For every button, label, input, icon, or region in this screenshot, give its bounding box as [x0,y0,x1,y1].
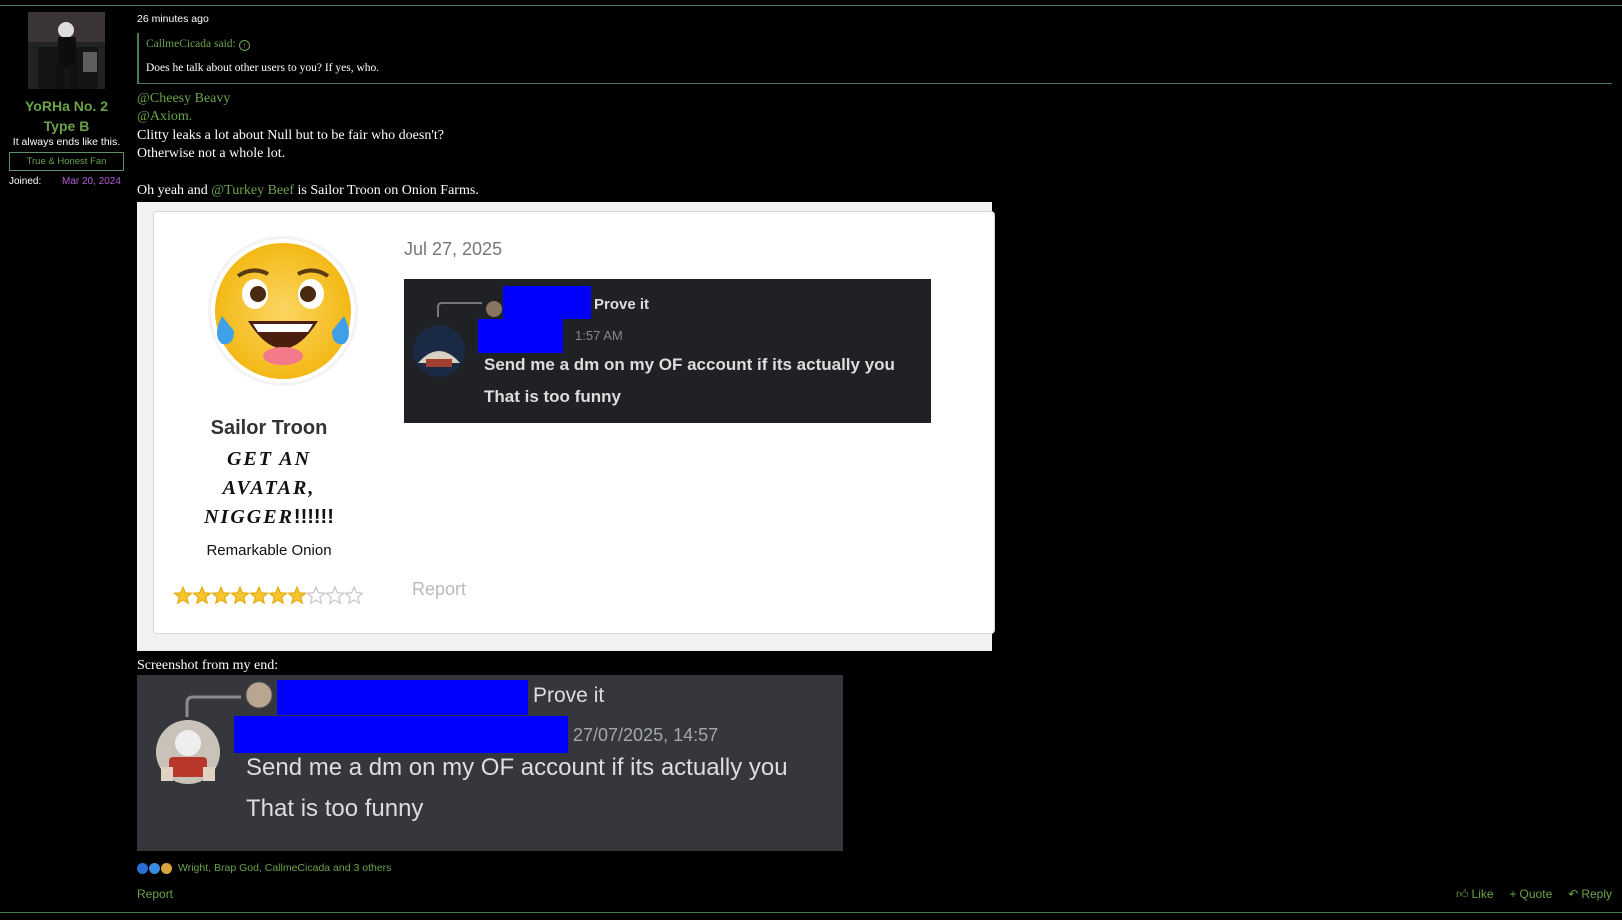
username-line1[interactable]: YoRHa No. 2 [0,96,133,116]
embedded-image-onion-farms[interactable]: Sailor Troon GET AN AVATAR, NIGGER!!!!!!… [137,202,995,651]
user-banner: True & Honest Fan [9,152,124,171]
joined-date: Mar 20, 2024 [62,176,121,187]
post-timestamp[interactable]: 26 minutes ago [137,13,209,25]
username-line2[interactable]: Type B [0,116,133,136]
embedded-image-discord[interactable]: Prove it 27/07/2025, 14:57 Send me a dm … [137,675,843,851]
star-rating [173,585,363,605]
custom-title-part1: GET AN [226,448,312,470]
post-text-line1: Clitty leaks a lot about Null but to be … [137,128,444,143]
like-button[interactable]: 👍︎ Like [1456,887,1494,902]
reply-button[interactable]: ↶ Reply [1568,887,1612,902]
star-icon [211,585,231,605]
username[interactable]: YoRHa No. 2 Type B [0,96,133,136]
quote-author[interactable]: CallmeCicada said: ↑ [146,38,250,51]
reply-arrow-icon: ↶ [1568,887,1579,901]
laughing-crying-emoji-avatar [208,236,358,386]
post-text-line3-suffix: is Sailor Troon on Onion Farms. [294,183,479,198]
forum-post-date: Jul 27, 2025 [404,239,503,259]
star-icon [268,585,288,605]
post-text-line3-prefix: Oh yeah and [137,183,212,198]
star-icon [287,585,307,605]
post-actions: 👍︎ Like + Quote ↶ Reply [1456,887,1612,902]
star-icon [325,585,345,605]
forum-post-card: Sailor Troon GET AN AVATAR, NIGGER!!!!!!… [153,211,995,634]
discord-reply-text: Prove it [533,684,605,707]
discord-reply-text: Prove it [594,296,650,313]
mention-turkey-beef[interactable]: @Turkey Beef [211,183,294,198]
plus-icon: + [1509,887,1517,901]
star-icon [173,585,193,605]
joined-label: Joined: [9,176,42,187]
quote-button[interactable]: + Quote [1510,887,1553,902]
redaction-box [503,286,591,319]
quote-block: CallmeCicada said: ↑ Does he talk about o… [137,33,1612,84]
custom-title-part4: !!!!!! [293,506,334,528]
top-divider [0,5,1622,6]
discord-message-2: That is too funny [484,387,621,406]
star-icon [192,585,212,605]
screenshot-caption: Screenshot from my end: [137,658,279,673]
quote-author-name[interactable]: CallmeCicada said: [146,38,236,50]
star-icon [344,585,363,605]
redaction-box [478,319,563,353]
custom-title-part3: NIGGER [204,506,294,528]
discord-message-1: Send me a dm on my OF account if its act… [246,754,788,781]
reactions-list[interactable]: Wright, Brap God, CallmeCicada and 3 oth… [178,862,391,874]
forum-rank: Remarkable Onion [206,542,332,559]
jump-to-quote-icon[interactable]: ↑ [238,40,250,51]
post-text-line3: Oh yeah and @Turkey Beef is Sailor Troon… [137,182,479,200]
report-link[interactable]: Report [137,887,173,901]
discord-message-1: Send me a dm on my OF account if its act… [484,355,895,374]
like-label: Like [1471,887,1494,901]
discord-timestamp: 27/07/2025, 14:57 [573,725,719,745]
like-reaction-icon [149,862,160,874]
quote-label: Quote [1519,887,1553,901]
reactions-bar[interactable]: Wright, Brap God, CallmeCicada and 3 oth… [137,862,391,874]
forum-custom-title: GET AN AVATAR, NIGGER!!!!!! [184,445,354,532]
forum-report-link: Report [412,579,467,599]
mention-axiom[interactable]: @Axiom. [137,108,192,126]
quote-text: Does he talk about other users to you? I… [146,62,380,74]
custom-title-part2: AVATAR, [222,477,316,499]
redaction-box [277,680,528,715]
user-tagline: It always ends like this. [12,136,121,148]
discord-time: 1:57 AM [575,328,623,343]
bottom-divider [0,912,1622,913]
redaction-box [234,716,568,753]
star-icon [230,585,250,605]
mention-cheesy-beavy[interactable]: @Cheesy Beavy [137,90,230,108]
discord-message-2: That is too funny [246,795,424,822]
star-icon [306,585,326,605]
post-text-line2: Otherwise not a whole lot. [137,146,286,161]
star-icon [249,585,269,605]
informative-reaction-icon [137,862,148,874]
winner-reaction-icon [161,862,172,874]
discord-snippet-small: Prove it 1:57 AM Send me a dm on my OF a… [404,279,931,423]
reply-label: Reply [1581,887,1612,901]
avatar[interactable] [28,12,105,89]
forum-username: Sailor Troon [210,417,328,439]
thumbs-up-icon: 👍︎ [1455,887,1469,901]
